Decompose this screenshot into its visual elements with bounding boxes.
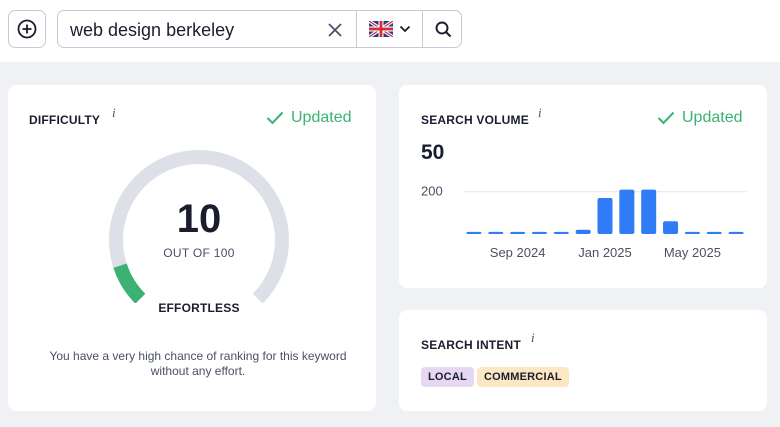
search-volume-status: Updated <box>657 109 743 127</box>
search-volume-value: 50 <box>421 141 445 164</box>
search-box <box>57 10 462 48</box>
search-button[interactable] <box>424 11 462 47</box>
checkmark-icon <box>266 111 284 125</box>
country-select[interactable] <box>357 11 423 47</box>
info-icon[interactable]: i <box>538 105 542 121</box>
search-intent-title: SEARCH INTENT <box>421 338 521 352</box>
search-volume-card: SEARCH VOLUME i Updated 50 200 Sep 2024 Ja… <box>399 85 767 288</box>
intent-tag-local: LOCAL <box>421 367 474 387</box>
top-bar <box>0 0 780 62</box>
volume-bar[interactable] <box>575 229 591 234</box>
clear-search-button[interactable] <box>324 19 346 41</box>
difficulty-scale-label: OUT OF 100 <box>163 246 235 260</box>
add-keyword-button[interactable] <box>8 10 46 48</box>
checkmark-icon <box>657 111 675 125</box>
intent-tag-commercial: COMMERCIAL <box>477 367 569 387</box>
volume-bar[interactable] <box>684 231 700 234</box>
chevron-down-icon <box>399 25 411 33</box>
y-tick-label: 200 <box>421 184 443 199</box>
difficulty-card: DIFFICULTY i Updated 10 OUT OF 100 EFFOR… <box>8 85 376 411</box>
difficulty-description: You have a very high chance of ranking f… <box>49 349 347 378</box>
search-input[interactable] <box>70 19 310 41</box>
x-tick-label: Sep 2024 <box>490 245 546 260</box>
difficulty-title: DIFFICULTY <box>29 113 101 127</box>
volume-bar[interactable] <box>619 189 635 234</box>
volume-bar[interactable] <box>706 231 722 234</box>
info-icon[interactable]: i <box>112 105 116 121</box>
volume-bar[interactable] <box>641 189 657 234</box>
search-intent-card <box>399 310 767 411</box>
search-volume-title: SEARCH VOLUME <box>421 113 529 127</box>
volume-bar[interactable] <box>531 231 547 234</box>
status-text: Updated <box>682 109 743 126</box>
close-icon <box>328 23 342 37</box>
volume-bar[interactable] <box>553 231 569 234</box>
search-volume-chart: 200 Sep 2024 Jan 2025 May 2025 <box>421 184 747 260</box>
status-text: Updated <box>291 109 352 126</box>
volume-bar[interactable] <box>510 231 526 234</box>
uk-flag-icon <box>369 21 393 37</box>
x-tick-label: May 2025 <box>664 245 721 260</box>
volume-bar[interactable] <box>488 231 504 234</box>
x-tick-label: Jan 2025 <box>578 245 632 260</box>
volume-bar[interactable] <box>728 231 744 234</box>
volume-bar[interactable] <box>663 221 679 234</box>
difficulty-score: 10 <box>176 197 222 241</box>
divider <box>422 11 423 47</box>
info-icon[interactable]: i <box>531 330 535 346</box>
plus-circle-icon <box>17 19 37 39</box>
search-icon <box>435 21 451 37</box>
gauge-fill <box>113 263 146 303</box>
volume-bar[interactable] <box>466 231 482 234</box>
volume-bar[interactable] <box>597 198 613 234</box>
difficulty-status: Updated <box>266 109 352 127</box>
difficulty-level: EFFORTLESS <box>158 301 240 315</box>
